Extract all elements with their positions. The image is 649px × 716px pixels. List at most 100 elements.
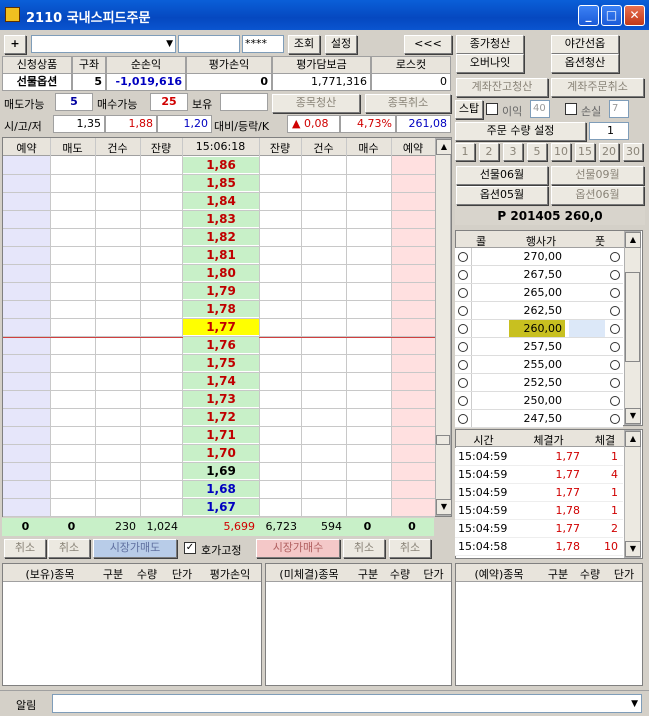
call-radio[interactable]	[458, 270, 468, 280]
trades-scrollbar[interactable]: ▲ ▼	[624, 430, 641, 558]
book-scrollbar[interactable]: ▲ ▼	[435, 138, 452, 516]
qty-preset-button[interactable]: 30	[623, 143, 643, 161]
price-level[interactable]: 1,77	[183, 319, 259, 336]
chevron-down-icon[interactable]: ▼	[631, 696, 638, 712]
account-select[interactable]: ▼	[31, 35, 176, 53]
alert-select[interactable]: ▼	[52, 694, 642, 713]
overnight-button[interactable]: 오버나잇	[456, 54, 524, 73]
cancel-sell-button[interactable]: 취소	[48, 539, 90, 558]
profit-input[interactable]: 40	[530, 100, 550, 118]
call-radio[interactable]	[458, 414, 468, 424]
qty-preset-button[interactable]: 3	[503, 143, 523, 161]
qty-preset-button[interactable]: 2	[479, 143, 499, 161]
put-radio[interactable]	[610, 414, 620, 424]
loss-checkbox[interactable]	[565, 103, 577, 115]
option-row[interactable]: 267,50	[455, 266, 623, 284]
account-order-cancel-button[interactable]: 계좌주문취소	[551, 78, 644, 97]
qty-preset-button[interactable]: 15	[575, 143, 595, 161]
qty-preset-button[interactable]: 5	[527, 143, 547, 161]
reserved-orders-list[interactable]: (예약)종목 구분 수량 단가	[455, 563, 643, 686]
closing-clear-button[interactable]: 종가청산	[456, 35, 524, 54]
put-radio[interactable]	[610, 342, 620, 352]
scroll-up-icon[interactable]: ▲	[625, 431, 641, 447]
call-radio[interactable]	[458, 324, 468, 334]
futures-jun-button[interactable]: 선물06월	[456, 166, 548, 185]
price-level[interactable]: 1,68	[183, 481, 259, 498]
option-row[interactable]: 270,00	[455, 248, 623, 266]
price-level[interactable]: 1,76	[183, 337, 259, 354]
price-level[interactable]: 1,81	[183, 247, 259, 264]
order-qty-input[interactable]: 1	[589, 122, 629, 140]
price-level[interactable]: 1,86	[183, 157, 259, 174]
price-level[interactable]: 1,79	[183, 283, 259, 300]
qty-preset-button[interactable]: 1	[455, 143, 475, 161]
qty-preset-button[interactable]: 10	[551, 143, 571, 161]
put-radio[interactable]	[610, 252, 620, 262]
expand-button[interactable]: +	[4, 35, 26, 54]
futures-sep-button[interactable]: 선물09월	[551, 166, 644, 185]
close-button[interactable]: ✕	[624, 5, 645, 26]
option-row[interactable]: 250,00	[455, 392, 623, 410]
price-level[interactable]: 1,80	[183, 265, 259, 282]
call-radio[interactable]	[458, 396, 468, 406]
call-radio[interactable]	[458, 342, 468, 352]
stop-button[interactable]: 스탑	[455, 100, 483, 119]
holdings-list[interactable]: (보유)종목 구분 수량 단가 평가손익	[2, 563, 262, 686]
option-row[interactable]: 260,00	[455, 320, 623, 338]
option-row[interactable]: 252,50	[455, 374, 623, 392]
option-row[interactable]: 257,50	[455, 338, 623, 356]
price-level[interactable]: 1,84	[183, 193, 259, 210]
loss-input[interactable]: 7	[609, 100, 629, 118]
password-input[interactable]: ****	[242, 35, 284, 53]
minimize-button[interactable]: _	[578, 5, 599, 26]
price-level[interactable]: 1,71	[183, 427, 259, 444]
price-level[interactable]: 1,70	[183, 445, 259, 462]
price-level[interactable]: 1,82	[183, 229, 259, 246]
option-row[interactable]: 265,00	[455, 284, 623, 302]
call-radio[interactable]	[458, 360, 468, 370]
call-radio[interactable]	[458, 252, 468, 262]
option-row[interactable]: 255,00	[455, 356, 623, 374]
call-radio[interactable]	[458, 288, 468, 298]
put-radio[interactable]	[610, 360, 620, 370]
scroll-up-icon[interactable]: ▲	[436, 139, 452, 155]
cancel-buy-button[interactable]: 취소	[343, 539, 385, 558]
price-level[interactable]: 1,75	[183, 355, 259, 372]
maximize-button[interactable]: □	[601, 5, 622, 26]
market-buy-button[interactable]: 시장가매수	[256, 539, 340, 558]
night-futures-button[interactable]: 야간선옵	[551, 35, 619, 54]
scroll-down-icon[interactable]: ▼	[625, 408, 641, 424]
account-number-input[interactable]	[178, 35, 240, 53]
scroll-down-icon[interactable]: ▼	[436, 499, 452, 515]
chevron-down-icon[interactable]: ▼	[166, 36, 173, 52]
put-radio[interactable]	[610, 396, 620, 406]
open-orders-list[interactable]: (미체결)종목 구분 수량 단가	[265, 563, 452, 686]
options-may-button[interactable]: 옵션05월	[456, 186, 548, 205]
option-row[interactable]: 262,50	[455, 302, 623, 320]
options-jun-button[interactable]: 옵션06월	[551, 186, 644, 205]
fix-price-checkbox[interactable]: ✓	[184, 542, 196, 554]
price-level[interactable]: 1,73	[183, 391, 259, 408]
put-radio[interactable]	[610, 288, 620, 298]
price-level[interactable]: 1,69	[183, 463, 259, 480]
scroll-down-icon[interactable]: ▼	[625, 541, 641, 557]
put-radio[interactable]	[610, 270, 620, 280]
call-radio[interactable]	[458, 378, 468, 388]
scroll-thumb[interactable]	[436, 435, 450, 445]
price-level[interactable]: 1,78	[183, 301, 259, 318]
profit-checkbox[interactable]	[486, 103, 498, 115]
price-level[interactable]: 1,85	[183, 175, 259, 192]
scroll-up-icon[interactable]: ▲	[625, 232, 641, 248]
price-level[interactable]: 1,72	[183, 409, 259, 426]
call-radio[interactable]	[458, 306, 468, 316]
put-radio[interactable]	[610, 324, 620, 334]
settings-button[interactable]: 설정	[325, 35, 357, 54]
lookup-button[interactable]: 조회	[288, 35, 320, 54]
collapse-button[interactable]: <<<	[404, 35, 452, 54]
scroll-thumb[interactable]	[625, 272, 640, 362]
order-qty-setting-button[interactable]: 주문 수량 설정	[455, 122, 586, 141]
put-radio[interactable]	[610, 378, 620, 388]
option-row[interactable]: 247,50	[455, 410, 623, 428]
price-level[interactable]: 1,83	[183, 211, 259, 228]
qty-preset-button[interactable]: 20	[599, 143, 619, 161]
